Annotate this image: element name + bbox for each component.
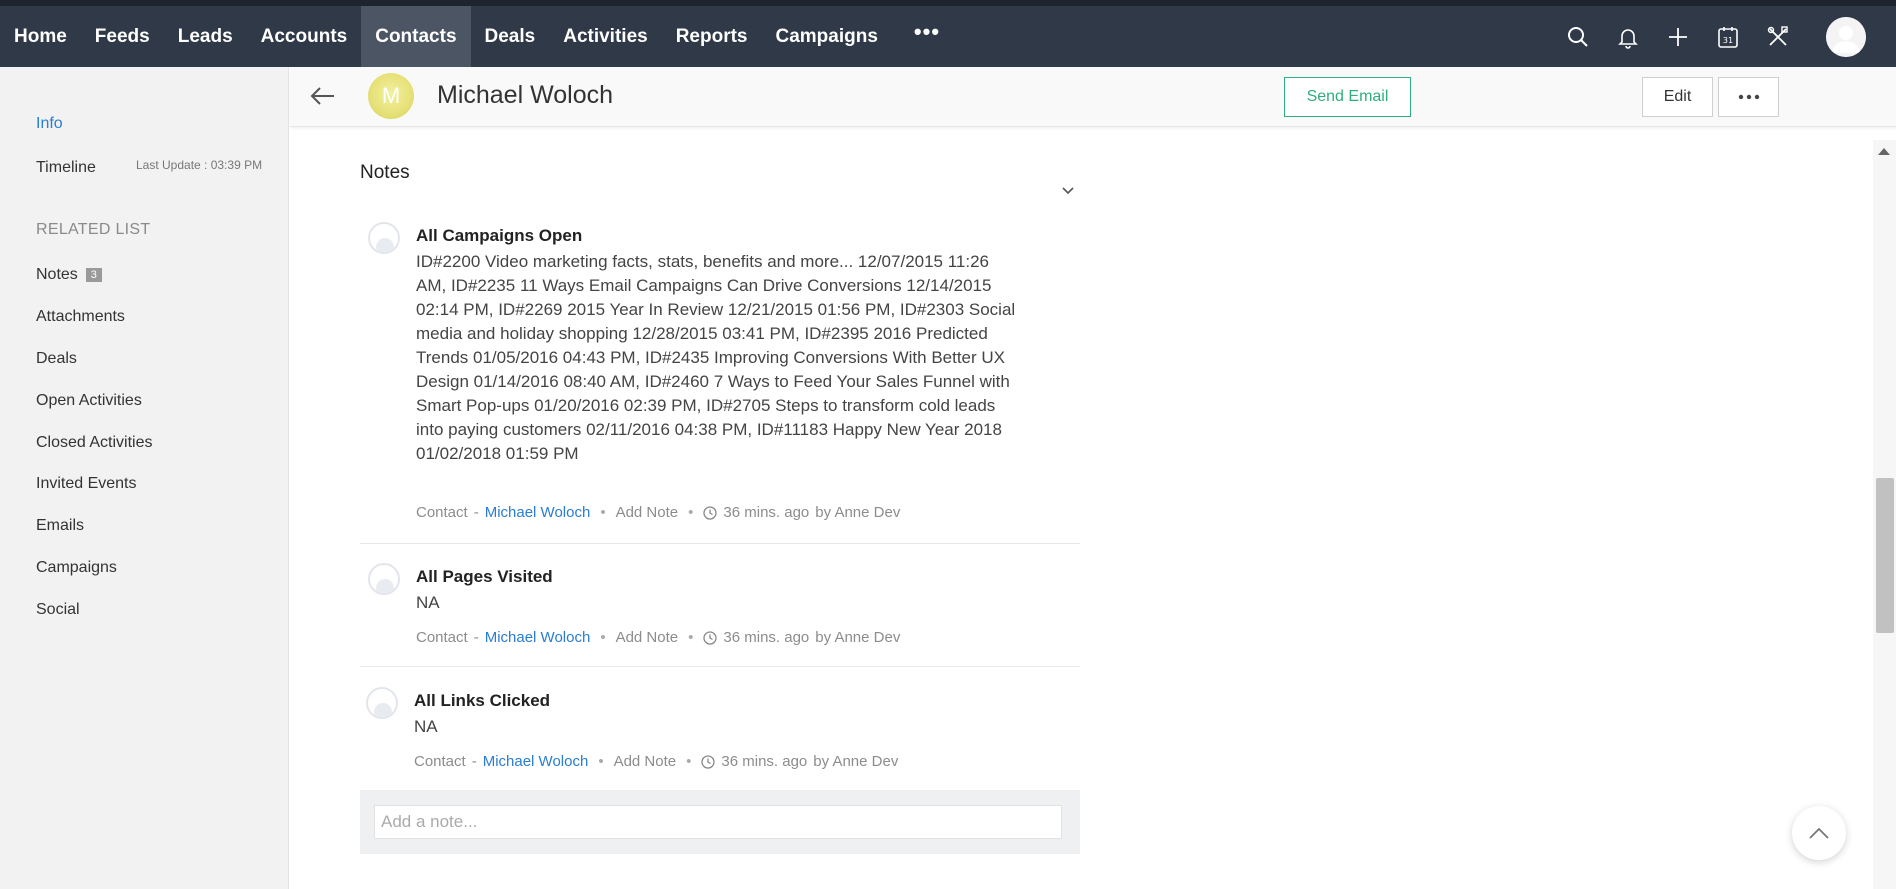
- note-author-avatar: [368, 222, 400, 254]
- sidebar-item-attachments[interactable]: Attachments: [36, 308, 125, 326]
- add-note-container: [360, 790, 1080, 854]
- ellipsis-icon: [1738, 94, 1759, 100]
- note-meta-module: Contact: [416, 504, 468, 521]
- note-author-avatar: [366, 687, 398, 719]
- top-actions: 31: [1562, 6, 1866, 67]
- calendar-icon[interactable]: 31: [1712, 21, 1744, 53]
- back-arrow-icon[interactable]: [308, 81, 338, 111]
- nav-feeds[interactable]: Feeds: [81, 6, 164, 67]
- note-meta: Contact - Michael Woloch • Add Note • 36…: [416, 629, 900, 646]
- nav-deals[interactable]: Deals: [471, 6, 550, 67]
- note-title: All Pages Visited: [416, 567, 553, 586]
- sidebar-item-open-activities[interactable]: Open Activities: [36, 392, 142, 410]
- sidebar-item-closed-activities[interactable]: Closed Activities: [36, 434, 153, 452]
- record-header: M Michael Woloch Send Email Edit: [290, 67, 1896, 127]
- edit-button[interactable]: Edit: [1642, 77, 1713, 117]
- chevron-up-icon: [1809, 827, 1829, 839]
- sidebar-item-deals[interactable]: Deals: [36, 350, 77, 368]
- note-time: 36 mins. ago: [721, 753, 808, 770]
- calendar-day: 31: [1723, 36, 1733, 45]
- note-contact-link[interactable]: Michael Woloch: [485, 504, 591, 521]
- contact-name: Michael Woloch: [437, 81, 614, 109]
- nav-more-button[interactable]: •••: [892, 1, 962, 62]
- meta-dot: •: [688, 504, 694, 521]
- search-icon[interactable]: [1562, 21, 1594, 53]
- note-contact-link[interactable]: Michael Woloch: [485, 629, 591, 646]
- note-author: by Anne Dev: [813, 753, 899, 770]
- notes-section-title: Notes: [360, 162, 410, 183]
- vertical-scrollbar[interactable]: [1873, 140, 1896, 889]
- sidebar-item-social[interactable]: Social: [36, 601, 80, 619]
- note-time: 36 mins. ago: [723, 629, 810, 646]
- note-title: All Campaigns Open: [416, 226, 583, 245]
- nav-campaigns[interactable]: Campaigns: [762, 6, 892, 67]
- tools-icon[interactable]: [1762, 21, 1794, 53]
- add-note-input[interactable]: [374, 805, 1062, 839]
- note-meta-module: Contact: [416, 629, 468, 646]
- note-author-avatar: [368, 563, 400, 595]
- meta-dot: •: [600, 629, 606, 646]
- scroll-up-arrow-icon[interactable]: [1878, 148, 1890, 155]
- meta-dot: •: [688, 629, 694, 646]
- note-contact-link[interactable]: Michael Woloch: [483, 753, 589, 770]
- note-author: by Anne Dev: [815, 504, 901, 521]
- note-item: All Campaigns Open ID#2200 Video marketi…: [360, 210, 1080, 544]
- contact-avatar: M: [368, 73, 414, 119]
- sidebar-item-emails[interactable]: Emails: [36, 517, 84, 535]
- clock-icon: [703, 505, 718, 520]
- scrollbar-thumb[interactable]: [1876, 478, 1894, 633]
- user-avatar[interactable]: [1826, 16, 1866, 57]
- note-meta: Contact - Michael Woloch • Add Note • 36…: [414, 753, 898, 770]
- note-item: All Links Clicked NA Contact - Michael W…: [360, 679, 1080, 779]
- meta-dot: •: [600, 504, 606, 521]
- clock-icon: [701, 754, 716, 769]
- clock-icon: [703, 630, 718, 645]
- note-meta-separator: -: [473, 504, 479, 521]
- note-body: NA: [414, 717, 438, 736]
- note-meta-separator: -: [471, 753, 477, 770]
- note-meta-module: Contact: [414, 753, 466, 770]
- nav-home[interactable]: Home: [0, 6, 81, 67]
- add-note-link[interactable]: Add Note: [616, 504, 679, 521]
- note-meta-separator: -: [473, 629, 479, 646]
- note-body: ID#2200 Video marketing facts, stats, be…: [416, 252, 1016, 463]
- notes-count-badge: 3: [85, 268, 102, 282]
- nav-reports[interactable]: Reports: [662, 6, 762, 67]
- add-note-link[interactable]: Add Note: [614, 753, 677, 770]
- note-author: by Anne Dev: [815, 629, 901, 646]
- nav-activities[interactable]: Activities: [549, 6, 661, 67]
- nav-accounts[interactable]: Accounts: [247, 6, 362, 67]
- note-item: All Pages Visited NA Contact - Michael W…: [360, 555, 1080, 667]
- sidebar-item-invited-events[interactable]: Invited Events: [36, 475, 137, 493]
- more-options-button[interactable]: [1718, 77, 1779, 117]
- sidebar-timeline[interactable]: Timeline: [36, 159, 96, 177]
- nav-leads[interactable]: Leads: [164, 6, 247, 67]
- note-body: NA: [416, 593, 440, 612]
- note-title: All Links Clicked: [414, 691, 551, 710]
- add-note-link[interactable]: Add Note: [616, 629, 679, 646]
- related-list-heading: RELATED LIST: [36, 221, 151, 238]
- send-email-button[interactable]: Send Email: [1284, 77, 1411, 117]
- plus-icon[interactable]: [1662, 21, 1694, 53]
- note-time: 36 mins. ago: [723, 504, 810, 521]
- meta-dot: •: [598, 753, 604, 770]
- bell-icon[interactable]: [1612, 21, 1644, 53]
- scroll-to-top-button[interactable]: [1792, 806, 1846, 860]
- chevron-down-icon[interactable]: [1060, 183, 1076, 199]
- sidebar-item-campaigns[interactable]: Campaigns: [36, 559, 117, 577]
- nav-contacts[interactable]: Contacts: [361, 6, 471, 67]
- sidebar-info[interactable]: Info: [36, 115, 63, 133]
- last-update-text: Last Update : 03:39 PM: [136, 158, 263, 172]
- meta-dot: •: [686, 753, 692, 770]
- note-meta: Contact - Michael Woloch • Add Note • 36…: [416, 504, 900, 521]
- top-navigation-bar: Home Feeds Leads Accounts Contacts Deals…: [0, 0, 1896, 67]
- sidebar-item-label: Notes: [36, 266, 78, 283]
- sidebar-item-notes[interactable]: Notes 3: [36, 266, 102, 284]
- main-nav: Home Feeds Leads Accounts Contacts Deals…: [0, 6, 962, 67]
- left-sidebar: Info Timeline Last Update : 03:39 PM REL…: [0, 67, 289, 889]
